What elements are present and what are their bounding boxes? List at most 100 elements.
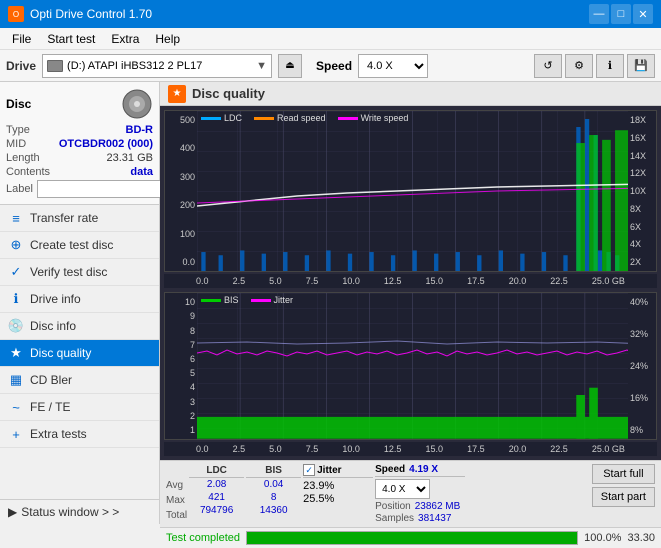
status-window-toggle[interactable]: ▶ Status window > >: [0, 499, 159, 524]
jitter-max: 25.5%: [303, 493, 373, 505]
dropdown-arrow: ▼: [256, 60, 267, 72]
sidebar: Disc Type BD-R MID OTCBDR002 (000) Lengt…: [0, 82, 160, 524]
disc-contents-row: Contents data: [6, 166, 153, 178]
drive-bar: Drive (D:) ATAPI iHBS312 2 PL17 ▼ ⏏ Spee…: [0, 50, 661, 82]
jitter-column: ✓ Jitter 23.9% 25.5%: [303, 464, 373, 506]
legend-bis: BIS: [201, 295, 239, 305]
bis-column: BIS 0.04 8 14360: [246, 464, 301, 517]
ldc-max: 421: [189, 491, 244, 504]
nav-list: ≡ Transfer rate ⊕ Create test disc ✓ Ver…: [0, 205, 159, 499]
disc-info-label: Disc info: [30, 319, 76, 333]
sidebar-item-create-test-disc[interactable]: ⊕ Create test disc: [0, 232, 159, 259]
max-row-label: Max: [166, 493, 187, 507]
type-value: BD-R: [126, 124, 154, 136]
drive-info-icon: ℹ: [8, 291, 24, 307]
menu-help[interactable]: Help: [147, 30, 188, 48]
bottom-chart-legend: BIS Jitter: [201, 295, 293, 305]
status-text: Test completed: [166, 532, 240, 544]
position-label: Position: [375, 501, 411, 512]
write-speed-legend-color: [338, 117, 358, 120]
sidebar-item-transfer-rate[interactable]: ≡ Transfer rate: [0, 205, 159, 232]
speed-selector[interactable]: 4.0 X 2.0 X 8.0 X: [358, 54, 428, 78]
sidebar-item-disc-quality[interactable]: ★ Disc quality: [0, 340, 159, 367]
top-chart: 500 400 300 200 100 0.0 LDC: [164, 110, 657, 272]
extra-tests-label: Extra tests: [30, 427, 87, 441]
drive-label: Drive: [6, 59, 36, 73]
refresh-button[interactable]: ↺: [534, 54, 562, 78]
mid-value: OTCBDR002 (000): [59, 138, 153, 150]
cd-bler-icon: ▦: [8, 372, 24, 388]
jitter-header-row: ✓ Jitter: [303, 464, 373, 478]
top-chart-legend: LDC Read speed Write speed: [201, 113, 408, 123]
transfer-rate-label: Transfer rate: [30, 211, 98, 225]
mid-label: MID: [6, 138, 26, 150]
title-bar: O Opti Drive Control 1.70 — □ ✕: [0, 0, 661, 28]
ldc-avg: 2.08: [189, 478, 244, 491]
start-part-button[interactable]: Start part: [592, 487, 655, 507]
jitter-legend-label: Jitter: [274, 295, 294, 305]
read-speed-legend-label: Read speed: [277, 113, 326, 123]
sidebar-item-extra-tests[interactable]: + Extra tests: [0, 421, 159, 448]
content-title: Disc quality: [192, 86, 265, 101]
start-full-button[interactable]: Start full: [592, 464, 655, 484]
speed-header-row: Speed 4.19 X: [375, 464, 465, 477]
speed-select-small[interactable]: 4.0 X 2.0 X 8.0 X: [375, 479, 430, 499]
write-speed-legend-label: Write speed: [361, 113, 409, 123]
minimize-button[interactable]: —: [589, 4, 609, 24]
speed-header-label: Speed: [375, 464, 405, 475]
ldc-column: LDC 2.08 421 794796: [189, 464, 244, 517]
transfer-rate-icon: ≡: [8, 210, 24, 226]
disc-panel-title: Disc: [6, 97, 31, 111]
sidebar-item-cd-bler[interactable]: ▦ CD Bler: [0, 367, 159, 394]
fe-te-label: FE / TE: [30, 400, 70, 414]
disc-type-row: Type BD-R: [6, 124, 153, 136]
position-value: 23862 MB: [415, 501, 461, 512]
sidebar-item-fe-te[interactable]: ~ FE / TE: [0, 394, 159, 421]
close-button[interactable]: ✕: [633, 4, 653, 24]
drive-info-label: Drive info: [30, 292, 81, 306]
drive-icon: [47, 60, 63, 72]
sidebar-item-disc-info[interactable]: 💿 Disc info: [0, 313, 159, 340]
settings-button[interactable]: ⚙: [565, 54, 593, 78]
label-input[interactable]: [37, 180, 175, 198]
samples-value: 381437: [418, 513, 451, 524]
bottom-chart-x-axis: 0.0 2.5 5.0 7.5 10.0 12.5 15.0 17.5 20.0…: [164, 442, 657, 456]
progress-time: 33.30: [627, 532, 655, 544]
fe-te-icon: ~: [8, 399, 24, 415]
menu-extra[interactable]: Extra: [103, 30, 147, 48]
stats-row-labels: Avg Max Total: [166, 464, 187, 522]
contents-label: Contents: [6, 166, 50, 178]
sidebar-item-verify-test-disc[interactable]: ✓ Verify test disc: [0, 259, 159, 286]
bottom-chart-y-axis-left: 10 9 8 7 6 5 4 3 2 1: [165, 293, 197, 439]
menu-file[interactable]: File: [4, 30, 39, 48]
disc-length-row: Length 23.31 GB: [6, 152, 153, 164]
legend-write-speed: Write speed: [338, 113, 409, 123]
disc-quality-icon: ★: [8, 345, 24, 361]
action-buttons: Start full Start part: [592, 464, 655, 524]
jitter-checkbox[interactable]: ✓: [303, 464, 315, 476]
stats-table-container: Avg Max Total LDC 2.08 421 794796 BIS 0.…: [166, 464, 588, 524]
label-label: Label: [6, 183, 33, 195]
save-button[interactable]: 💾: [627, 54, 655, 78]
info-button[interactable]: ℹ: [596, 54, 624, 78]
content-area: ★ Disc quality 500 400 300 200 100 0.0: [160, 82, 661, 524]
create-test-disc-label: Create test disc: [30, 238, 113, 252]
speed-column: Speed 4.19 X 4.0 X 2.0 X 8.0 X Position …: [375, 464, 465, 524]
speed-value: 4.19 X: [409, 464, 438, 475]
progress-bar-fill: [247, 532, 577, 544]
drive-selector[interactable]: (D:) ATAPI iHBS312 2 PL17 ▼: [42, 54, 272, 78]
jitter-header-label: Jitter: [317, 465, 341, 476]
eject-button[interactable]: ⏏: [278, 54, 302, 78]
jitter-legend-color: [251, 299, 271, 302]
bis-legend-color: [201, 299, 221, 302]
window-controls: — □ ✕: [589, 4, 653, 24]
maximize-button[interactable]: □: [611, 4, 631, 24]
app-icon: O: [8, 6, 24, 22]
ldc-total: 794796: [189, 504, 244, 517]
disc-svg-icon: [121, 88, 153, 120]
progress-bar: [246, 531, 578, 545]
bottom-chart-main: BIS Jitter: [197, 293, 628, 439]
disc-label-row: Label 📁: [6, 180, 153, 198]
menu-start-test[interactable]: Start test: [39, 30, 103, 48]
sidebar-item-drive-info[interactable]: ℹ Drive info: [0, 286, 159, 313]
